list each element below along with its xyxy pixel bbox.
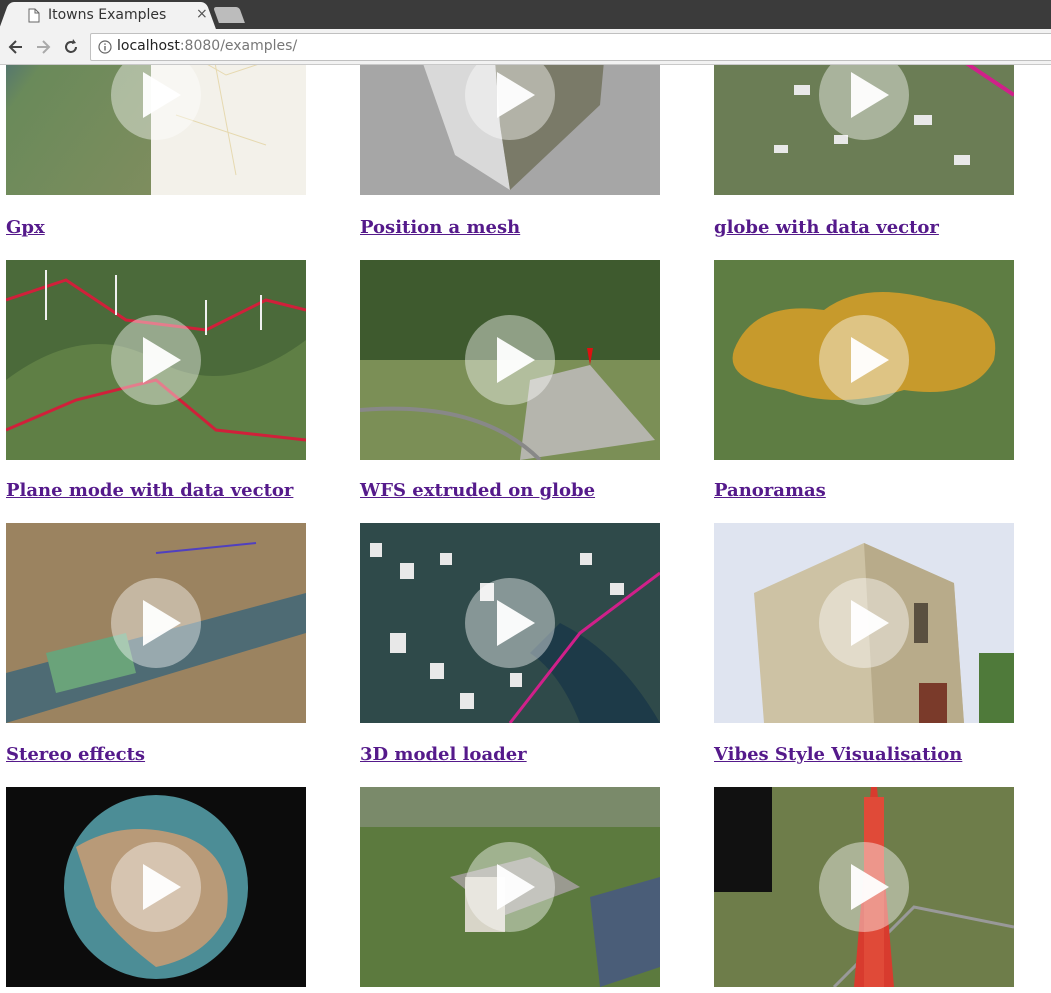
example-title-link[interactable]: Gpx (6, 217, 45, 238)
browser-toolbar: localhost:8080/examples/ (0, 29, 1051, 65)
browser-tab[interactable]: Itowns Examples × (10, 2, 208, 29)
url-text: localhost:8080/examples/ (117, 38, 298, 54)
examples-page: Gpx Position a mesh globe with data vect… (0, 65, 1051, 993)
play-icon[interactable] (111, 315, 201, 405)
example-thumbnail[interactable] (6, 523, 306, 723)
example-thumbnail[interactable] (6, 787, 306, 987)
example-thumbnail[interactable] (360, 260, 660, 460)
example-title-link[interactable]: Plane mode with data vector (6, 480, 293, 501)
info-icon[interactable] (98, 39, 112, 58)
example-thumbnail[interactable] (714, 260, 1014, 460)
example-title-link[interactable]: globe with data vector (714, 217, 939, 238)
play-icon[interactable] (111, 578, 201, 668)
close-icon[interactable]: × (196, 6, 208, 22)
play-icon[interactable] (819, 842, 909, 932)
back-icon[interactable] (6, 37, 26, 57)
forward-icon[interactable] (33, 37, 53, 57)
example-thumbnail[interactable] (360, 523, 660, 723)
play-icon[interactable] (819, 315, 909, 405)
play-icon[interactable] (465, 842, 555, 932)
address-bar[interactable]: localhost:8080/examples/ (90, 33, 1051, 61)
example-thumbnail[interactable] (360, 65, 660, 195)
example-thumbnail[interactable] (714, 65, 1014, 195)
example-thumbnail[interactable] (360, 787, 660, 987)
tab-strip: Itowns Examples × (0, 0, 1051, 29)
reload-icon[interactable] (61, 37, 81, 57)
new-tab-button[interactable] (213, 7, 245, 23)
example-title-link[interactable]: Vibes Style Visualisation (714, 744, 962, 765)
tab-title: Itowns Examples (48, 7, 167, 23)
example-thumbnail[interactable] (6, 260, 306, 460)
play-icon[interactable] (465, 578, 555, 668)
example-thumbnail[interactable] (714, 523, 1014, 723)
example-thumbnail[interactable] (714, 787, 1014, 987)
example-title-link[interactable]: 3D model loader (360, 744, 527, 765)
example-title-link[interactable]: Stereo effects (6, 744, 145, 765)
example-title-link[interactable]: Panoramas (714, 480, 826, 501)
example-title-link[interactable]: Position a mesh (360, 217, 520, 238)
play-icon[interactable] (111, 842, 201, 932)
page-icon (28, 8, 40, 27)
example-title-link[interactable]: WFS extruded on globe (360, 480, 595, 501)
play-icon[interactable] (819, 578, 909, 668)
play-icon[interactable] (465, 315, 555, 405)
example-thumbnail[interactable] (6, 65, 306, 195)
